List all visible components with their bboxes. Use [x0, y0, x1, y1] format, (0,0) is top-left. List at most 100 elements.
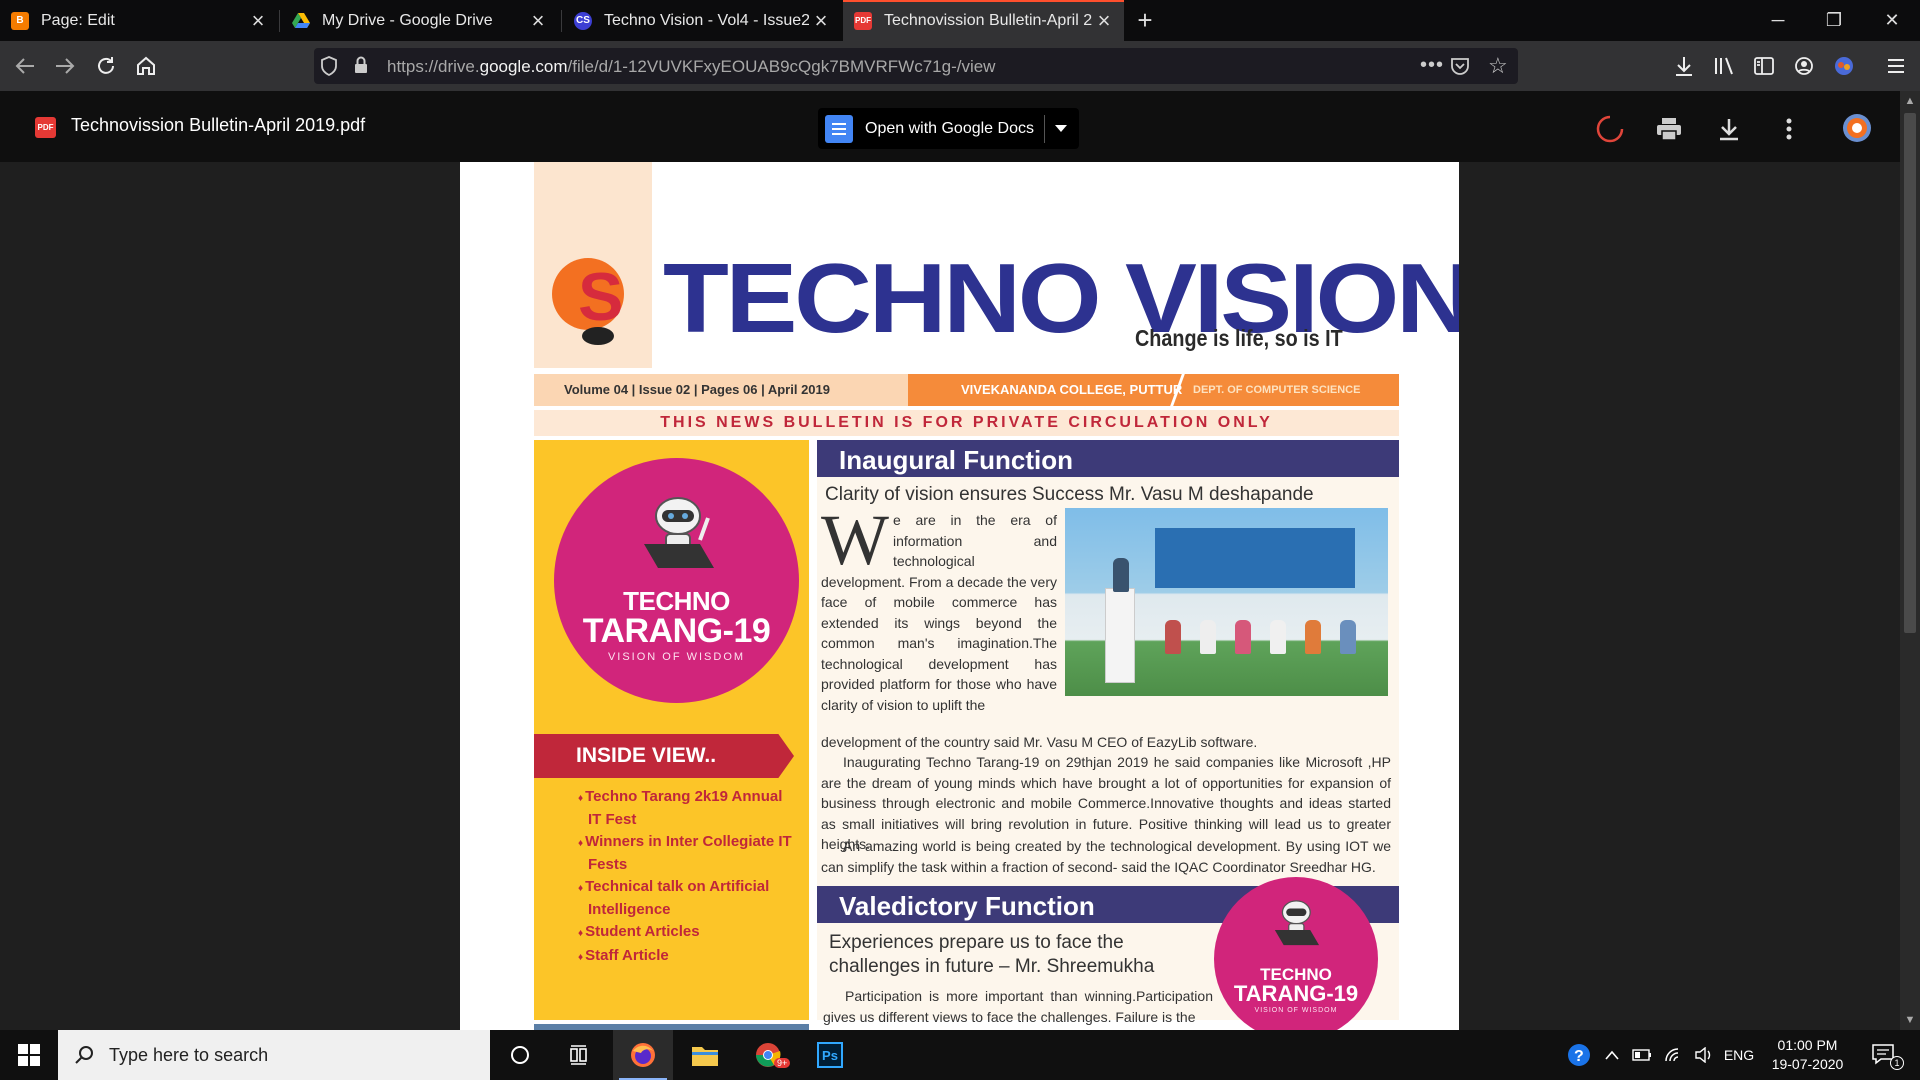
cs-icon: CS — [574, 11, 592, 30]
file-explorer-icon[interactable] — [675, 1030, 735, 1080]
search-placeholder: Type here to search — [109, 1045, 269, 1065]
back-icon[interactable] — [9, 50, 41, 82]
show-hidden-icons-chevron-icon[interactable] — [1600, 1030, 1624, 1080]
pdf-page: S TECHNO VISION Change is life, so is IT… — [460, 162, 1459, 1030]
avatar[interactable] — [1842, 113, 1872, 143]
bookmark-star-icon[interactable]: ☆ — [1488, 53, 1508, 79]
tab-page-edit[interactable]: B Page: Edit × — [0, 0, 278, 41]
dropdown-caret-icon[interactable] — [1054, 125, 1067, 132]
language-indicator[interactable]: ENG — [1722, 1030, 1756, 1080]
battery-icon[interactable] — [1628, 1030, 1656, 1080]
print-icon[interactable] — [1655, 115, 1683, 143]
more-options-icon[interactable] — [1775, 115, 1803, 143]
library-icon[interactable] — [1708, 50, 1740, 82]
tab-my-drive[interactable]: My Drive - Google Drive × — [281, 0, 558, 41]
robot-icon — [1274, 900, 1320, 946]
lock-icon[interactable] — [354, 56, 368, 79]
tab-separator — [561, 10, 562, 32]
notification-badge: 1 — [1890, 1056, 1904, 1070]
guest-figure — [1200, 620, 1216, 654]
windows-start-icon[interactable] — [0, 1030, 58, 1080]
tab-separator — [279, 10, 280, 32]
chrome-icon[interactable]: 9+ — [738, 1030, 798, 1080]
google-docs-icon — [825, 114, 853, 143]
vision-of-wisdom-label: VISION OF WISDOM — [1254, 1007, 1338, 1014]
divider — [1043, 114, 1045, 143]
tab-title: Technovission Bulletin-April 20 — [884, 11, 1092, 29]
tab-techno-vision[interactable]: CS Techno Vision - Vol4 - Issue2 | I × — [563, 0, 841, 41]
tracking-shield-icon[interactable] — [320, 56, 338, 81]
inaugural-photo — [1065, 508, 1388, 696]
inaugural-heading: Inaugural Function — [839, 445, 1073, 475]
inside-view-title: INSIDE VIEW.. — [576, 744, 717, 767]
photoshop-icon[interactable]: Ps — [800, 1030, 860, 1080]
sidebar-icon[interactable] — [1748, 50, 1780, 82]
tab-title: Page: Edit — [41, 11, 115, 29]
inaugural-paragraph: An amazing world is being created by the… — [821, 838, 1391, 875]
scroll-up-icon[interactable]: ▲ — [1900, 91, 1920, 111]
downloads-icon[interactable] — [1668, 50, 1700, 82]
help-icon[interactable]: ? — [1562, 1030, 1596, 1080]
notification-badge: 9+ — [774, 1058, 791, 1068]
guest-figure — [1340, 620, 1356, 654]
drop-cap: W — [821, 500, 889, 580]
pdf-icon: PDF — [854, 11, 872, 30]
list-item: Staff Article — [578, 945, 798, 968]
volume-icon[interactable] — [1690, 1030, 1718, 1080]
svg-text:S: S — [578, 259, 623, 335]
valedictory-subtitle: Experiences prepare us to face the — [829, 932, 1124, 953]
close-icon[interactable]: × — [526, 8, 550, 34]
close-icon[interactable]: × — [246, 8, 270, 34]
time: 01:00 PM — [1777, 1037, 1838, 1053]
pocket-icon[interactable] — [1450, 56, 1470, 81]
articles-column: Inaugural Function Clarity of vision ens… — [817, 440, 1399, 1030]
inaugural-paragraph: development of the country said Mr. Vasu… — [821, 734, 1258, 750]
wifi-icon[interactable] — [1660, 1030, 1688, 1080]
url-text[interactable]: https://drive.google.com/file/d/1-12VUVK… — [387, 57, 995, 77]
tab-technovission-bulletin[interactable]: PDF Technovission Bulletin-April 20 × — [843, 0, 1124, 41]
issue-info-bar: Volume 04 | Issue 02 | Pages 06 | April … — [534, 374, 1399, 406]
close-window-button[interactable]: ✕ — [1864, 0, 1920, 41]
open-with-google-docs-button[interactable]: Open with Google Docs — [818, 108, 1079, 149]
new-tab-button[interactable]: + — [1124, 0, 1166, 41]
task-view-icon[interactable] — [550, 1030, 610, 1080]
reload-icon[interactable] — [90, 50, 122, 82]
open-with-label: Open with Google Docs — [865, 119, 1034, 137]
clock[interactable]: 01:00 PM 19-07-2020 — [1755, 1036, 1860, 1074]
scroll-down-icon[interactable]: ▼ — [1900, 1010, 1920, 1030]
close-icon[interactable]: × — [809, 8, 833, 34]
pdf-viewer[interactable]: S TECHNO VISION Change is life, so is IT… — [0, 162, 1900, 1030]
techno-tarang-badge: TECHNO TARANG-19 VISION OF WISDOM — [1214, 877, 1378, 1030]
list-item: Winners in Inter Collegiate IT Fests — [578, 831, 798, 875]
tab-title: Techno Vision - Vol4 - Issue2 | I — [604, 11, 809, 29]
minimize-button[interactable]: ─ — [1750, 0, 1806, 41]
restore-button[interactable]: ❐ — [1806, 0, 1862, 41]
inside-view-column: TECHNO TARANG-19 VISION OF WISDOM INSIDE… — [534, 440, 809, 1020]
valedictory-subtitle: challenges in future – Mr. Shreemukha — [829, 956, 1155, 977]
menu-icon[interactable] — [1880, 50, 1912, 82]
scrollbar-thumb[interactable] — [1904, 113, 1916, 633]
download-icon[interactable] — [1715, 115, 1743, 143]
forward-icon[interactable] — [49, 50, 81, 82]
extension-icon[interactable] — [1828, 50, 1860, 82]
vision-of-wisdom-label: VISION OF WISDOM — [607, 651, 746, 663]
stage-banner — [1155, 528, 1355, 588]
close-icon[interactable]: × — [1092, 8, 1116, 34]
guest-figure — [1235, 620, 1251, 654]
inaugural-heading-bar: Inaugural Function — [817, 440, 1399, 477]
tarang-label: TARANG-19 — [1233, 981, 1359, 1006]
taskbar-search-box[interactable]: Type here to search — [58, 1030, 490, 1080]
url-bar[interactable]: https://drive.google.com/file/d/1-12VUVK… — [314, 48, 1518, 84]
college-name: VIVEKANANDA COLLEGE, PUTTUR — [961, 382, 1183, 397]
firefox-icon[interactable] — [613, 1030, 673, 1080]
robot-icon — [644, 497, 714, 568]
svg-text:?: ? — [1574, 1048, 1584, 1065]
vertical-scrollbar[interactable]: ▲ ▼ — [1900, 91, 1920, 1030]
home-icon[interactable] — [130, 50, 162, 82]
cortana-icon[interactable] — [490, 1030, 550, 1080]
loading-spinner-icon — [1596, 115, 1624, 143]
action-center-icon[interactable]: 1 — [1864, 1030, 1904, 1080]
page-actions-icon[interactable]: ••• — [1420, 54, 1444, 77]
list-item: Student Articles — [578, 921, 798, 944]
account-icon[interactable] — [1788, 50, 1820, 82]
